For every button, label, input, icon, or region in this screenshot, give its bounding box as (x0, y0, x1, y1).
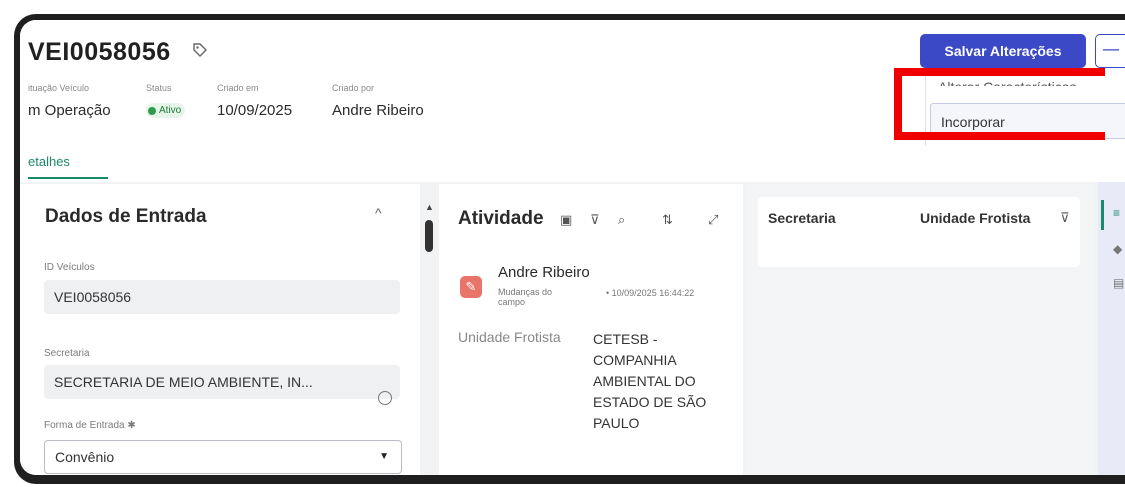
activity-field-value: CETESB - COMPANHIA AMBIENTAL DO ESTADO D… (593, 331, 707, 431)
status-value: Ativo (159, 105, 182, 116)
filter-icon[interactable]: ⊽ (590, 212, 600, 228)
scroll-up-icon[interactable]: ▲ (425, 202, 434, 212)
criado-em-label: Criado em (217, 83, 259, 93)
activity-subtitle: Mudanças do campo (498, 287, 553, 307)
page-title: VEI0058056 (28, 38, 171, 66)
forma-entrada-label: Forma de Entrada ✱ (44, 420, 136, 431)
rail-item-icon[interactable]: ◆ (1113, 242, 1122, 256)
situacao-label: ituação Veículo (28, 83, 90, 93)
more-actions-button[interactable]: — (1095, 34, 1125, 68)
rail-item-icon[interactable]: ▤ (1113, 276, 1124, 290)
grid-header (758, 197, 1080, 267)
count-icon: ▣ (560, 212, 573, 227)
activity-field-label: Unidade Frotista (458, 329, 561, 345)
tag-icon[interactable] (192, 42, 208, 58)
secretaria-field: SECRETARIA DE MEIO AMBIENTE, IN... (44, 365, 400, 399)
grid-col-secretaria[interactable]: Secretaria (768, 210, 836, 226)
dados-entrada-title: Dados de Entrada (45, 206, 207, 227)
criado-por-value: Andre Ribeiro (332, 102, 424, 119)
sort-icon[interactable]: ⇅ (662, 212, 673, 228)
highlight-box (894, 68, 1105, 140)
activity-author: Andre Ribeiro (498, 264, 590, 281)
info-icon[interactable] (378, 391, 392, 405)
tab-details[interactable]: etalhes (28, 154, 108, 179)
activity-date: • 10/09/2025 16:44:22 (606, 288, 695, 298)
id-veiculos-field: VEI0058056 (44, 280, 400, 314)
rail-active-indicator (1101, 200, 1104, 230)
edit-icon: ✎ (460, 276, 482, 298)
save-changes-button[interactable]: Salvar Alterações (920, 34, 1086, 68)
situacao-value: m Operação (28, 102, 111, 119)
rail-item-icon[interactable]: ≡ (1113, 206, 1120, 220)
atividade-title: Atividade (458, 208, 544, 229)
status-badge: Ativo (146, 103, 186, 118)
criado-por-label: Criado por (332, 83, 375, 93)
chevron-down-icon: ▼ (379, 451, 389, 462)
secretaria-label: Secretaria (44, 348, 90, 359)
status-label: Status (146, 83, 172, 93)
search-icon[interactable]: ⌕ (618, 212, 625, 228)
chevron-up-icon[interactable]: ^ (375, 205, 382, 221)
scroll-thumb[interactable] (425, 220, 433, 252)
expand-icon[interactable]: ⤢ (708, 212, 718, 228)
id-veiculos-label: ID Veículos (44, 262, 95, 273)
filter-icon[interactable]: ⊽ (1060, 210, 1070, 226)
criado-em-value: 10/09/2025 (217, 102, 293, 119)
forma-entrada-select[interactable]: Convênio ▼ (44, 440, 402, 474)
status-dot-icon (148, 106, 156, 115)
grid-col-unidade-frotista[interactable]: Unidade Frotista (920, 210, 1030, 226)
forma-entrada-value: Convênio (55, 449, 115, 465)
